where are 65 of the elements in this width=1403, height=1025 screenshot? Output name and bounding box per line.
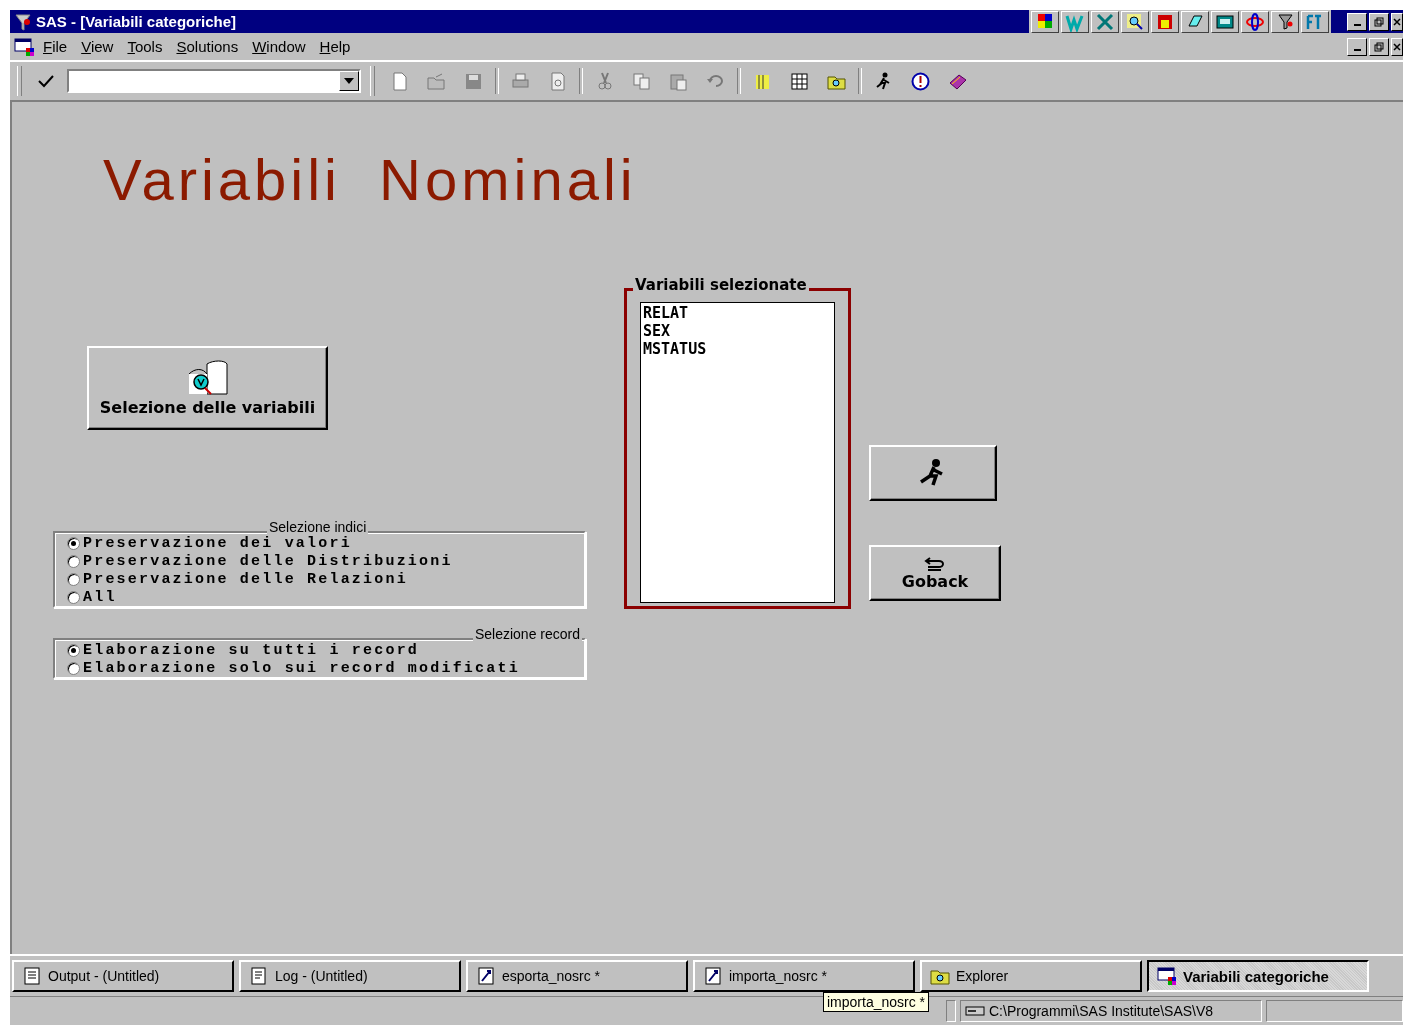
window-tab[interactable]: importa_nosrc *: [693, 960, 915, 992]
document-icon: [22, 966, 42, 986]
select-variables-button[interactable]: Selezione delle variabili: [87, 346, 328, 430]
radio-option[interactable]: Preservazione delle Distribuzioni: [67, 552, 584, 570]
status-path: C:\Programmi\SAS Institute\SAS\V8: [989, 1003, 1214, 1019]
return-arrow-icon: [924, 555, 946, 572]
funnel-icon[interactable]: [1271, 10, 1299, 33]
radio-option[interactable]: Preservazione dei valori: [67, 534, 584, 552]
menu-item[interactable]: Tools: [120, 38, 170, 55]
sas-logo-icon: [14, 12, 32, 31]
list-item[interactable]: SEX: [643, 322, 832, 340]
window-tab[interactable]: Variabili categoriche: [1147, 960, 1369, 992]
close-button[interactable]: [1391, 37, 1403, 56]
menu-item[interactable]: Help: [312, 38, 358, 55]
status-panel: [946, 1000, 956, 1022]
table-icon[interactable]: [789, 70, 810, 92]
radio-option[interactable]: Elaborazione solo sui record modificati: [67, 659, 584, 677]
window-tab[interactable]: esporta_nosrc *: [466, 960, 688, 992]
restore-button[interactable]: [1369, 37, 1389, 56]
exclamation-icon[interactable]: [910, 70, 931, 92]
restore-icon: [1374, 16, 1384, 27]
variables-listbox[interactable]: RELAT SEX MSTATUS: [640, 302, 835, 603]
close-button[interactable]: [1391, 12, 1403, 31]
close-icon: [1393, 41, 1401, 52]
list-item[interactable]: RELAT: [643, 304, 832, 322]
editor-icon: [703, 966, 723, 986]
magnifier-icon[interactable]: [1121, 10, 1149, 33]
window-tab[interactable]: Output - (Untitled): [12, 960, 234, 992]
notepad-icon: [249, 966, 269, 986]
list-item[interactable]: MSTATUS: [643, 340, 832, 358]
checkmark-icon[interactable]: [37, 73, 55, 89]
group-label: Selezione indici: [267, 519, 369, 535]
radio-option[interactable]: All: [67, 588, 584, 606]
menu-item[interactable]: File: [36, 38, 75, 55]
restore-icon: [1374, 41, 1384, 52]
radio-option[interactable]: Preservazione delle Relazioni: [67, 570, 584, 588]
menu-item[interactable]: Solutions: [169, 38, 246, 55]
frame-heading: Variabili Nominali: [103, 146, 637, 213]
drive-icon: [965, 1006, 985, 1016]
document-window-icon[interactable]: [14, 36, 36, 57]
command-field[interactable]: [67, 69, 361, 93]
window-icon: [1157, 966, 1177, 986]
group-label: Selezione record: [472, 626, 582, 642]
minimize-icon: [1353, 23, 1361, 26]
word-icon[interactable]: [1061, 10, 1089, 33]
window-title: SAS - [Variabili categoriche]: [36, 13, 237, 30]
window-tab[interactable]: Explorer: [920, 960, 1142, 992]
goback-button[interactable]: Goback: [869, 545, 1001, 601]
minimize-button[interactable]: [1347, 37, 1367, 56]
menu-item[interactable]: View: [74, 38, 121, 55]
list-label: Variabili selezionate: [633, 276, 809, 294]
tooltip: importa_nosrc *: [823, 992, 930, 1012]
editor-icon: [476, 966, 496, 986]
minimize-icon: [1353, 48, 1361, 51]
minimize-button[interactable]: [1347, 12, 1367, 31]
restore-button[interactable]: [1369, 12, 1389, 31]
ftp-icon[interactable]: [1301, 10, 1329, 33]
atom-icon[interactable]: [1241, 10, 1269, 33]
copy-icon[interactable]: [631, 70, 652, 92]
window-tab[interactable]: Log - (Untitled): [239, 960, 461, 992]
run-button[interactable]: [869, 445, 997, 501]
radio-option[interactable]: Elaborazione su tutti i record: [67, 641, 584, 659]
close-icon: [1393, 16, 1401, 27]
menu-item[interactable]: Window: [245, 38, 313, 55]
colored-squares-icon[interactable]: [1031, 10, 1059, 33]
